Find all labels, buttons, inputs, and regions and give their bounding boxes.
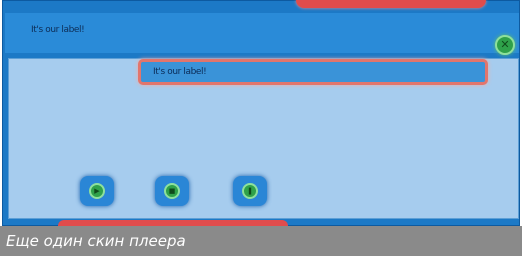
play-button[interactable]: ▶ xyxy=(80,176,114,206)
pause-button[interactable]: ❚ xyxy=(233,176,267,206)
stop-icon: ■ xyxy=(164,183,180,199)
top-tab-decoration xyxy=(296,0,486,8)
caption-bar: Еще один скин плеера xyxy=(0,226,522,256)
caption-text: Еще один скин плеера xyxy=(6,232,186,250)
close-icon[interactable]: ✕ xyxy=(495,35,515,55)
player-titlebar[interactable]: It's our label! ✕ xyxy=(5,13,519,55)
pause-icon: ❚ xyxy=(242,183,258,199)
label-field-text: It's our label! xyxy=(153,67,207,77)
stop-button[interactable]: ■ xyxy=(155,176,189,206)
play-icon: ▶ xyxy=(89,183,105,199)
player-title: It's our label! xyxy=(31,25,85,35)
label-field[interactable]: It's our label! xyxy=(138,59,488,85)
